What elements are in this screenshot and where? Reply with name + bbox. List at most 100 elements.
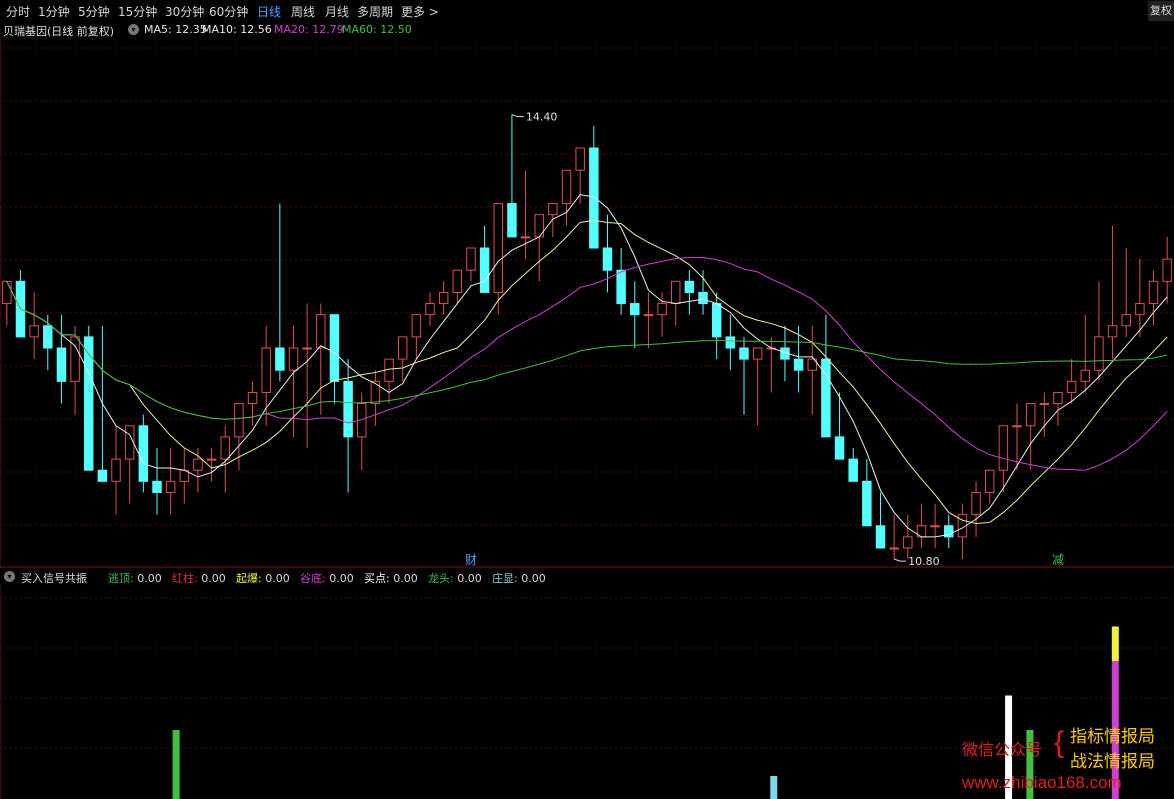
- candle-body: [575, 147, 585, 171]
- chevron-down-icon[interactable]: ▾: [4, 571, 15, 582]
- indicator-item: 起爆: 0.00: [236, 572, 290, 585]
- candle-body: [84, 336, 94, 471]
- candle-body: [397, 336, 408, 360]
- indicator-item: 龙头: 0.00: [428, 572, 482, 585]
- candle-body: [903, 536, 913, 549]
- candle-body: [643, 314, 654, 317]
- candle-body: [152, 480, 162, 493]
- candle-body: [507, 203, 517, 238]
- candle-body: [1094, 336, 1104, 371]
- candle-body: [548, 203, 558, 216]
- tab-6[interactable]: 日线: [257, 3, 281, 20]
- candle-body: [889, 547, 899, 550]
- ma-label: MA5: 12.35: [144, 23, 207, 36]
- event-marker: 减: [1052, 553, 1064, 567]
- ma60-line: [6, 281, 1168, 420]
- tab-7[interactable]: 周线: [291, 3, 315, 20]
- candle-body: [479, 247, 490, 293]
- tab-2[interactable]: 5分钟: [78, 3, 110, 20]
- candlestick-chart[interactable]: 14.4010.80财减预: [0, 38, 1174, 568]
- candle-body: [862, 480, 872, 527]
- indicator-chart: [0, 585, 1174, 799]
- candle-body: [165, 480, 176, 493]
- candle-body: [1080, 369, 1090, 382]
- indicator-item: 买点: 0.00: [364, 572, 418, 585]
- high-pointer: [511, 114, 524, 118]
- chevron-down-icon[interactable]: ▾: [128, 24, 139, 35]
- low-label: 10.80: [908, 555, 940, 568]
- tab-9[interactable]: 多周期: [357, 3, 393, 20]
- candle-body: [452, 269, 463, 293]
- indicator-bar: [1111, 626, 1119, 661]
- candle-body: [520, 236, 531, 239]
- candle-body: [984, 469, 995, 493]
- tab-4[interactable]: 30分钟: [165, 3, 204, 20]
- candle-body: [602, 247, 613, 271]
- tab-10[interactable]: 更多 >: [401, 3, 439, 20]
- low-pointer: [893, 558, 907, 562]
- tab-0[interactable]: 分时: [6, 3, 30, 20]
- ma-label: MA20: 12.79: [274, 23, 344, 36]
- candle-body: [220, 436, 230, 460]
- candle-body: [193, 458, 203, 471]
- candle-body: [1053, 391, 1063, 405]
- candle-body: [438, 291, 449, 305]
- candle-body: [589, 147, 599, 249]
- candle-body: [493, 203, 503, 293]
- candle-body: [261, 347, 271, 393]
- candle-body: [1121, 314, 1131, 327]
- brace-icon: {: [1054, 726, 1065, 759]
- candle-body: [1066, 380, 1077, 393]
- candle-body: [29, 325, 39, 338]
- candle-body: [111, 458, 121, 482]
- candle-body: [329, 314, 340, 382]
- candle-body: [875, 525, 886, 549]
- watermark-url[interactable]: www.zhibiao168.com: [962, 773, 1122, 793]
- candle-body: [411, 314, 422, 338]
- candle-body: [275, 347, 285, 371]
- candle-body: [206, 458, 217, 461]
- candle-body: [630, 303, 640, 316]
- indicator-item: 谷底: 0.00: [300, 572, 354, 585]
- candle-body: [930, 525, 940, 528]
- candle-body: [725, 336, 736, 349]
- candle-body: [1012, 425, 1022, 428]
- candle-body: [657, 303, 667, 316]
- candle-body: [1025, 403, 1036, 427]
- candle-body: [302, 347, 312, 350]
- candle-body: [370, 380, 381, 405]
- indicator-item: 逃顶: 0.00: [108, 572, 162, 585]
- candle-body: [138, 425, 149, 482]
- indicator-title: 买入信号共振: [21, 572, 87, 585]
- candle-body: [739, 347, 749, 360]
- main-chart-title: 贝瑞基因(日线 前复权): [3, 25, 115, 38]
- tab-5[interactable]: 60分钟: [209, 3, 248, 20]
- candle-body: [43, 325, 53, 349]
- candle-body: [793, 358, 804, 371]
- candle-body: [561, 169, 572, 205]
- candle-body: [711, 303, 722, 338]
- candle-body: [343, 380, 353, 438]
- event-marker: 财: [465, 553, 477, 567]
- candle-body: [616, 269, 626, 305]
- watermark-name-2: 战法情报局: [1070, 752, 1155, 771]
- indicator-bar: [172, 730, 180, 799]
- candle-body: [1039, 403, 1050, 406]
- candle-body: [1148, 280, 1159, 305]
- candle-body: [288, 347, 299, 371]
- candle-body: [316, 314, 326, 349]
- candle-body: [234, 403, 244, 438]
- tab-3[interactable]: 15分钟: [118, 3, 157, 20]
- high-label: 14.40: [526, 111, 558, 124]
- tab-8[interactable]: 月线: [325, 3, 349, 20]
- candle-body: [971, 491, 981, 516]
- ma-label: MA60: 12.50: [342, 23, 412, 36]
- tab-1[interactable]: 1分钟: [38, 3, 70, 20]
- candle-body: [1107, 325, 1118, 338]
- candle-body: [247, 391, 258, 405]
- indicator-item: 庄显: 0.00: [492, 572, 546, 585]
- indicator-item: 红柱: 0.00: [172, 572, 226, 585]
- candle-body: [425, 303, 435, 316]
- candle-body: [752, 347, 763, 360]
- adjust-button[interactable]: 复权: [1148, 1, 1174, 21]
